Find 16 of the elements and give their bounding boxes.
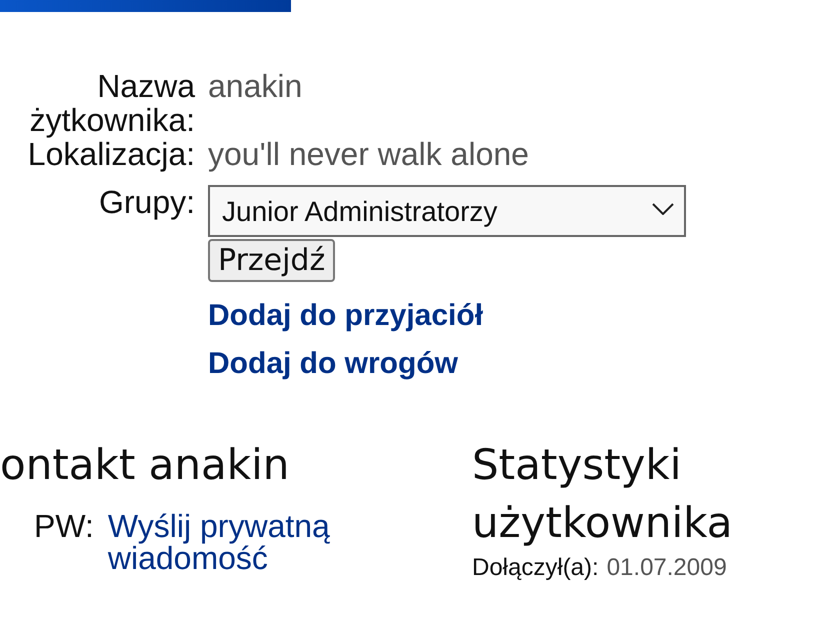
field-value: anakin (208, 69, 304, 103)
group-dropdown[interactable]: Junior Administratorzy (208, 185, 686, 237)
section-heading: ontakt anakin (0, 439, 290, 491)
profile-link[interactable]: Dodaj do wrogów (208, 340, 458, 388)
stat-value: 01.07.2009 (606, 554, 727, 582)
field-label: Nazwa żytkownika: (28, 69, 195, 137)
field-label: Lokalizacja: (26, 137, 195, 171)
message-link[interactable]: Wyślij prywatną wiadomość (108, 510, 378, 574)
field-value: you'll never walk alone (208, 137, 530, 171)
profile-link[interactable]: Dodaj do przyjaciół (208, 292, 484, 340)
chevron-down-icon (652, 203, 674, 215)
contact-label: PW: (34, 510, 94, 546)
section-heading: Statystyki użytkownika (472, 439, 734, 549)
field-label: Grupy: (98, 185, 195, 219)
go-button[interactable]: Przejdź (208, 239, 336, 282)
stat-label: Dołączył(a): (472, 554, 599, 582)
